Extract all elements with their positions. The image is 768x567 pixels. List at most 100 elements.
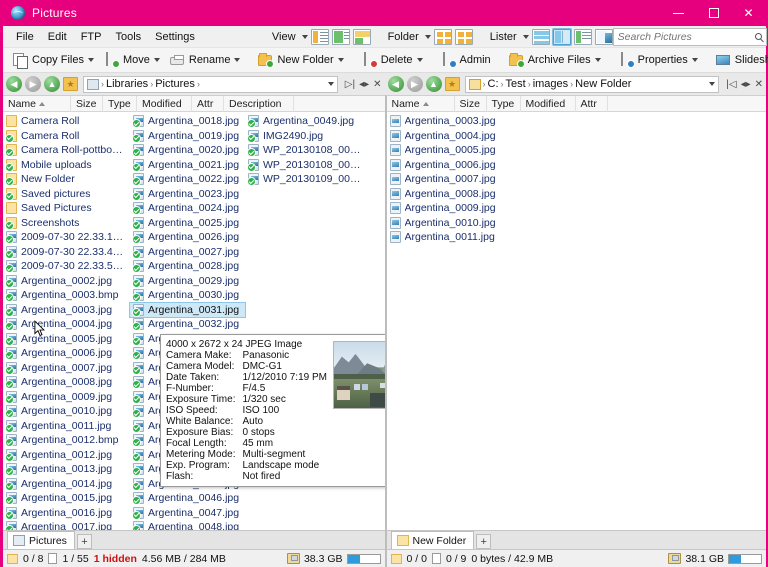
search-box[interactable] xyxy=(613,28,767,46)
delete-caret-icon[interactable] xyxy=(417,58,423,62)
list-item[interactable]: Argentina_0004.jpg xyxy=(387,129,767,144)
list-item[interactable]: Argentina_0015.jpg xyxy=(3,491,130,506)
lister-dual-tree-icon[interactable] xyxy=(574,29,592,45)
view-label[interactable]: View xyxy=(269,31,299,43)
lister-preview-icon[interactable] xyxy=(595,29,613,45)
list-item[interactable]: Argentina_0008.jpg xyxy=(387,187,767,202)
list-item[interactable]: Camera Roll xyxy=(3,114,130,129)
list-item[interactable]: Argentina_0002.jpg xyxy=(3,274,130,289)
lister-dual-vertical-icon[interactable] xyxy=(553,29,571,45)
list-item[interactable]: Argentina_0010.jpg xyxy=(387,216,767,231)
list-item[interactable]: Argentina_0014.jpg xyxy=(3,477,130,492)
delete-button[interactable]: Delete xyxy=(357,50,428,71)
right-col-type[interactable]: Type xyxy=(487,96,521,112)
list-item[interactable]: Argentina_0030.jpg xyxy=(130,288,245,303)
right-crumb-test[interactable]: Test xyxy=(506,78,526,90)
properties-button[interactable]: Properties xyxy=(614,50,703,71)
right-up-button[interactable]: ▲ xyxy=(426,76,442,92)
right-file-list[interactable]: Argentina_0003.jpgArgentina_0004.jpgArge… xyxy=(387,112,767,530)
archive-files-button[interactable]: Archive Files xyxy=(504,50,606,71)
lister-label[interactable]: Lister xyxy=(487,31,520,43)
list-item[interactable]: Argentina_0026.jpg xyxy=(130,230,245,245)
right-back-button[interactable]: ◀ xyxy=(388,76,404,92)
copy-files-button[interactable]: Copy Files xyxy=(8,50,99,71)
list-item[interactable]: Mobile uploads xyxy=(3,158,130,173)
copy-files-caret-icon[interactable] xyxy=(88,58,94,62)
list-item[interactable]: Argentina_0025.jpg xyxy=(130,216,245,231)
lister-dropdown-caret-icon[interactable] xyxy=(523,35,529,39)
right-crumb-c[interactable]: C: xyxy=(488,78,499,90)
right-path-field[interactable]: › C: › Test › images › New Folder xyxy=(465,76,720,93)
list-item[interactable]: Argentina_0012.jpg xyxy=(3,448,130,463)
list-item[interactable]: Argentina_0046.jpg xyxy=(130,491,245,506)
folder-label[interactable]: Folder xyxy=(385,31,422,43)
left-back-button[interactable]: ◀ xyxy=(6,76,22,92)
left-add-tab-button[interactable]: + xyxy=(77,534,92,549)
view-thumbnails-icon[interactable] xyxy=(353,29,371,45)
list-item[interactable]: Camera Roll-pottbookair xyxy=(3,143,130,158)
menu-settings[interactable]: Settings xyxy=(148,28,202,46)
menu-edit[interactable]: Edit xyxy=(41,28,74,46)
left-crumb-pictures[interactable]: Pictures xyxy=(155,78,195,90)
view-list-icon[interactable] xyxy=(332,29,350,45)
list-item[interactable]: Argentina_0007.jpg xyxy=(3,361,130,376)
list-item[interactable]: WP_20130108_003.jpg xyxy=(245,143,365,158)
right-col-size[interactable]: Size xyxy=(455,96,487,112)
list-item[interactable]: WP_20130109_003.jpg xyxy=(245,172,365,187)
left-file-list[interactable]: Camera RollCamera RollCamera Roll-pottbo… xyxy=(3,112,385,530)
left-col-type[interactable]: Type xyxy=(103,96,137,112)
folder-grid-icon[interactable] xyxy=(455,29,473,45)
list-item[interactable]: Argentina_0004.jpg xyxy=(3,317,130,332)
folder-tiles-icon[interactable] xyxy=(434,29,452,45)
menu-tools[interactable]: Tools xyxy=(108,28,148,46)
list-item[interactable]: Argentina_0021.jpg xyxy=(130,158,245,173)
list-item[interactable]: Argentina_0011.jpg xyxy=(3,419,130,434)
right-tab-new-folder[interactable]: New Folder xyxy=(391,531,475,549)
maximize-button[interactable] xyxy=(696,0,731,26)
list-item[interactable]: Argentina_0008.jpg xyxy=(3,375,130,390)
list-item[interactable]: Argentina_0007.jpg xyxy=(387,172,767,187)
right-crumb-images[interactable]: images xyxy=(533,78,568,90)
list-item[interactable]: Argentina_0024.jpg xyxy=(130,201,245,216)
list-item[interactable]: Argentina_0006.jpg xyxy=(387,158,767,173)
list-item[interactable]: Argentina_0005.jpg xyxy=(3,332,130,347)
list-item[interactable]: Argentina_0029.jpg xyxy=(130,274,245,289)
rename-caret-icon[interactable] xyxy=(234,58,240,62)
left-close-path-icon[interactable]: ✕ xyxy=(373,79,381,90)
list-item[interactable]: 2009-07-30 22.33.10.jpg xyxy=(3,230,130,245)
admin-button[interactable]: Admin xyxy=(436,50,496,71)
slideshow-button[interactable]: Slideshow xyxy=(711,50,768,71)
left-col-size[interactable]: Size xyxy=(71,96,103,112)
left-split-icon[interactable]: ◂▸ xyxy=(359,79,369,90)
right-col-name[interactable]: Name xyxy=(387,96,455,112)
list-item[interactable]: Argentina_0047.jpg xyxy=(130,506,245,521)
search-input[interactable] xyxy=(618,31,755,43)
close-button[interactable]: ✕ xyxy=(731,0,766,26)
left-col-modified[interactable]: Modified xyxy=(137,96,192,112)
left-crumb-libraries[interactable]: Libraries xyxy=(106,78,148,90)
archive-files-caret-icon[interactable] xyxy=(595,58,601,62)
list-item[interactable]: Argentina_0005.jpg xyxy=(387,143,767,158)
new-folder-button[interactable]: New Folder xyxy=(253,50,348,71)
left-tab-pictures[interactable]: Pictures xyxy=(7,531,75,549)
move-button[interactable]: Move xyxy=(99,50,165,71)
list-item[interactable]: Argentina_0003.bmp xyxy=(3,288,130,303)
list-item[interactable]: Argentina_0020.jpg xyxy=(130,143,245,158)
menu-ftp[interactable]: FTP xyxy=(74,28,109,46)
list-item[interactable]: Argentina_0013.jpg xyxy=(3,462,130,477)
list-item[interactable]: Saved Pictures xyxy=(3,201,130,216)
list-item[interactable]: Argentina_0011.jpg xyxy=(387,230,767,245)
view-details-icon[interactable] xyxy=(311,29,329,45)
list-item[interactable]: Argentina_0028.jpg xyxy=(130,259,245,274)
list-item[interactable]: Argentina_0048.jpg xyxy=(130,520,245,530)
folder-dropdown-caret-icon[interactable] xyxy=(425,35,431,39)
view-dropdown-caret-icon[interactable] xyxy=(302,35,308,39)
left-path-field[interactable]: › Libraries › Pictures › xyxy=(83,76,338,93)
left-collapse-icon[interactable]: ▷| xyxy=(345,79,355,90)
list-item[interactable]: Camera Roll xyxy=(3,129,130,144)
left-up-button[interactable]: ▲ xyxy=(44,76,60,92)
rename-button[interactable]: Rename xyxy=(165,50,246,71)
list-item[interactable]: Argentina_0031.jpg xyxy=(130,303,245,318)
right-add-tab-button[interactable]: + xyxy=(476,534,491,549)
left-col-description[interactable]: Description xyxy=(224,96,294,112)
